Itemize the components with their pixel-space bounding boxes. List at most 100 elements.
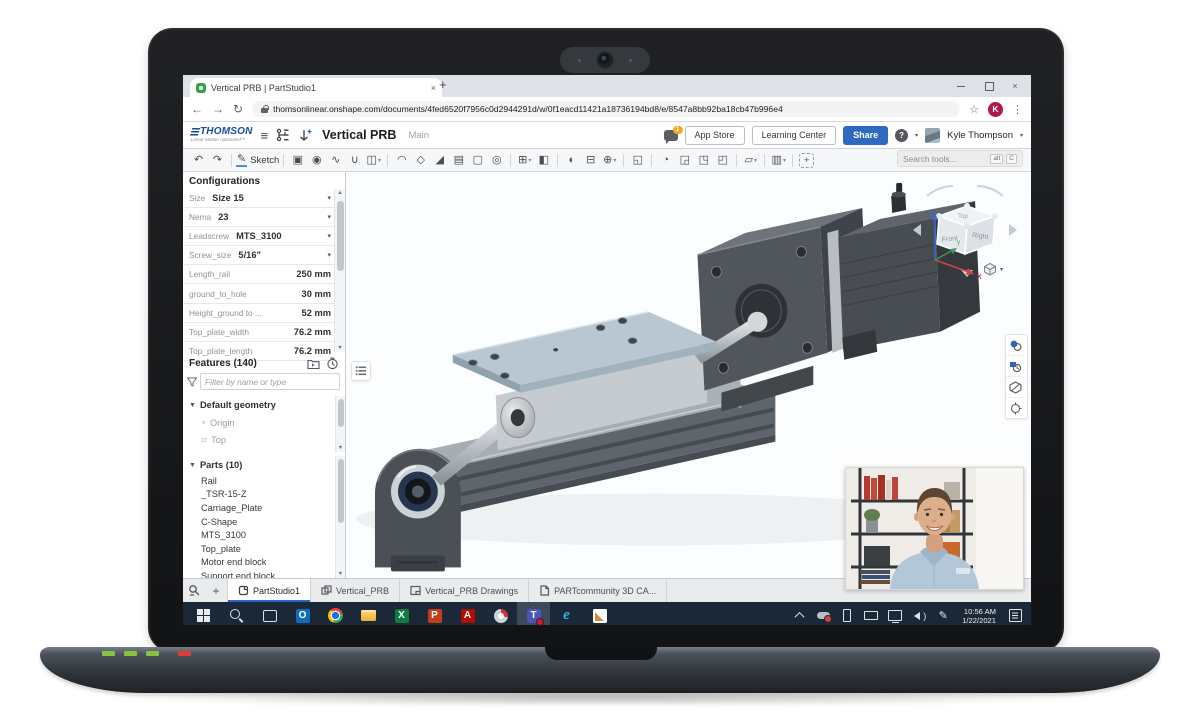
powerpoint-icon[interactable] bbox=[418, 602, 451, 625]
loft-icon[interactable]: ∪ ▾ bbox=[345, 151, 364, 169]
bookmark-star-icon[interactable]: ☆ bbox=[969, 103, 979, 116]
fillet-surface-icon[interactable]: ◔ ▾ bbox=[656, 151, 675, 169]
display-states-icon[interactable] bbox=[1006, 356, 1025, 377]
feature-filter-input[interactable] bbox=[200, 373, 340, 390]
browser-tab[interactable]: Vertical PRB | PartStudio1 × bbox=[190, 78, 442, 97]
redo-icon[interactable]: ↷ ▾ bbox=[208, 151, 227, 169]
parts-scrollbar[interactable]: ▼ bbox=[335, 456, 345, 578]
comments-icon[interactable]: 1 bbox=[664, 130, 678, 141]
config-row[interactable]: Length_rail 250 mm ▾ bbox=[183, 265, 335, 284]
linear-pattern-icon[interactable]: ⊞ ▾ bbox=[515, 151, 534, 169]
teams-icon[interactable] bbox=[517, 602, 550, 625]
move-face-icon[interactable]: ◳ ▾ bbox=[694, 151, 713, 169]
thicken-icon[interactable]: ◫ ▾ bbox=[364, 151, 383, 169]
part-item[interactable]: Motor end block bbox=[183, 556, 336, 570]
config-row[interactable]: Top_plate_width 76.2 mm ▾ bbox=[183, 323, 335, 342]
list-view-toggle-icon[interactable] bbox=[351, 361, 371, 381]
new-folder-icon[interactable] bbox=[307, 357, 320, 370]
add-element-icon[interactable]: + bbox=[205, 579, 227, 602]
parts-header[interactable]: ▼ Parts (10) bbox=[183, 456, 336, 474]
part-item[interactable]: _TSR-15-Z bbox=[183, 488, 336, 502]
action-center-icon[interactable] bbox=[1003, 602, 1027, 625]
reload-icon[interactable]: ↻ bbox=[233, 103, 243, 115]
appearance-icon[interactable] bbox=[1006, 335, 1025, 356]
chrome-icon[interactable] bbox=[319, 602, 352, 625]
config-row[interactable]: Screw_size 5/16" ▾ bbox=[183, 246, 335, 265]
file-explorer-icon[interactable] bbox=[352, 602, 385, 625]
hole-icon[interactable]: ◎ ▾ bbox=[487, 151, 506, 169]
scroll-down-icon[interactable]: ▼ bbox=[336, 571, 345, 577]
scroll-thumb[interactable] bbox=[338, 399, 344, 427]
start-icon[interactable] bbox=[187, 602, 220, 625]
browser-profile-avatar[interactable]: K bbox=[988, 102, 1003, 117]
config-row[interactable]: ground_to_hole 30 mm ▾ bbox=[183, 284, 335, 303]
battery-icon[interactable] bbox=[859, 602, 883, 625]
tab-partstudio1[interactable]: PartStudio1 bbox=[227, 579, 311, 602]
internet-explorer-icon[interactable] bbox=[550, 602, 583, 625]
history-icon[interactable] bbox=[326, 357, 339, 370]
split-icon[interactable]: ⊟ ▾ bbox=[581, 151, 600, 169]
fillet-icon[interactable]: ◠ ▾ bbox=[392, 151, 411, 169]
url-field[interactable]: thomsonlinear.onshape.com/documents/4fed… bbox=[252, 101, 960, 117]
config-row[interactable]: Height_ground to ... 52 mm ▾ bbox=[183, 304, 335, 323]
part-item[interactable]: Carriage_Plate bbox=[183, 501, 336, 515]
usb-icon[interactable] bbox=[835, 602, 859, 625]
shell-icon[interactable]: ▢ ▾ bbox=[468, 151, 487, 169]
pen-icon[interactable] bbox=[931, 602, 955, 625]
tab-vertical-prb[interactable]: Vertical_PRB bbox=[311, 579, 400, 602]
part-item[interactable]: Support end block bbox=[183, 569, 336, 578]
copy-icon[interactable]: ◱ ▾ bbox=[628, 151, 647, 169]
filter-icon[interactable] bbox=[187, 377, 197, 387]
version-tree-icon[interactable] bbox=[276, 128, 290, 142]
new-tab-button[interactable]: + bbox=[439, 77, 447, 92]
geometry-item[interactable]: ∘ Origin bbox=[183, 414, 336, 431]
forward-icon[interactable]: → bbox=[212, 103, 224, 115]
chamfer-icon[interactable]: ◇ ▾ bbox=[411, 151, 430, 169]
offset-surface-icon[interactable]: ◰ ▾ bbox=[713, 151, 732, 169]
geometry-scrollbar[interactable]: ▼ bbox=[335, 396, 345, 452]
tray-expand-icon[interactable] bbox=[787, 602, 811, 625]
delete-face-icon[interactable]: ◲ ▾ bbox=[675, 151, 694, 169]
thomson-logo[interactable]: THOMSON Linear Motion Optimized™ bbox=[191, 127, 253, 143]
geometry-item[interactable]: ▱ Top bbox=[183, 431, 336, 448]
config-row[interactable]: Nema 23 ▾ bbox=[183, 208, 335, 227]
tab-partcommunity[interactable]: PARTcommunity 3D CA... bbox=[529, 579, 667, 602]
draft-icon[interactable]: ◢ ▾ bbox=[430, 151, 449, 169]
select-tool-icon[interactable]: + ▾ bbox=[797, 151, 816, 169]
task-view-icon[interactable] bbox=[253, 602, 286, 625]
browser-menu-icon[interactable]: ⋮ bbox=[1012, 103, 1023, 116]
default-geometry-header[interactable]: ▼ Default geometry bbox=[183, 396, 336, 414]
volume-icon[interactable] bbox=[907, 602, 931, 625]
scroll-thumb[interactable] bbox=[338, 459, 344, 523]
config-scrollbar[interactable]: ▲ ▼ bbox=[334, 189, 345, 352]
window-maximize-button[interactable] bbox=[975, 75, 1003, 97]
boolean-icon[interactable]: ◐ ▾ bbox=[562, 151, 581, 169]
taskbar-clock[interactable]: 10:56 AM 1/22/2021 bbox=[955, 607, 1003, 625]
scroll-down-icon[interactable]: ▼ bbox=[336, 445, 345, 451]
display-icon[interactable] bbox=[883, 602, 907, 625]
help-icon[interactable]: ? bbox=[895, 129, 908, 142]
revolve-icon[interactable]: ◉ ▾ bbox=[307, 151, 326, 169]
search-elements-icon[interactable] bbox=[183, 579, 205, 602]
sweep-icon[interactable]: ∿ ▾ bbox=[326, 151, 345, 169]
onedrive-icon[interactable] bbox=[811, 602, 835, 625]
back-icon[interactable]: ← bbox=[191, 103, 203, 115]
part-item[interactable]: Rail bbox=[183, 474, 336, 488]
extrude-icon[interactable]: ▣ ▾ bbox=[288, 151, 307, 169]
acrobat-icon[interactable] bbox=[451, 602, 484, 625]
cad-tool-icon[interactable] bbox=[484, 602, 517, 625]
excel-icon[interactable] bbox=[385, 602, 418, 625]
rotate-left-arrow[interactable] bbox=[913, 224, 921, 236]
workspace-name[interactable]: Main bbox=[408, 130, 429, 141]
sheet-metal-icon[interactable]: ▥ ▾ bbox=[769, 151, 788, 169]
part-item[interactable]: Top_plate bbox=[183, 542, 336, 556]
search-icon[interactable] bbox=[220, 602, 253, 625]
scroll-up-icon[interactable]: ▲ bbox=[335, 190, 345, 196]
user-name[interactable]: Kyle Thompson bbox=[947, 130, 1013, 141]
mirror-icon[interactable]: ◧ ▾ bbox=[534, 151, 553, 169]
user-avatar[interactable] bbox=[925, 128, 940, 143]
exploded-view-icon[interactable] bbox=[1006, 398, 1025, 418]
rib-icon[interactable]: ▤ ▾ bbox=[449, 151, 468, 169]
help-caret-icon[interactable]: ▾ bbox=[915, 132, 918, 139]
window-close-button[interactable]: × bbox=[1001, 75, 1029, 97]
